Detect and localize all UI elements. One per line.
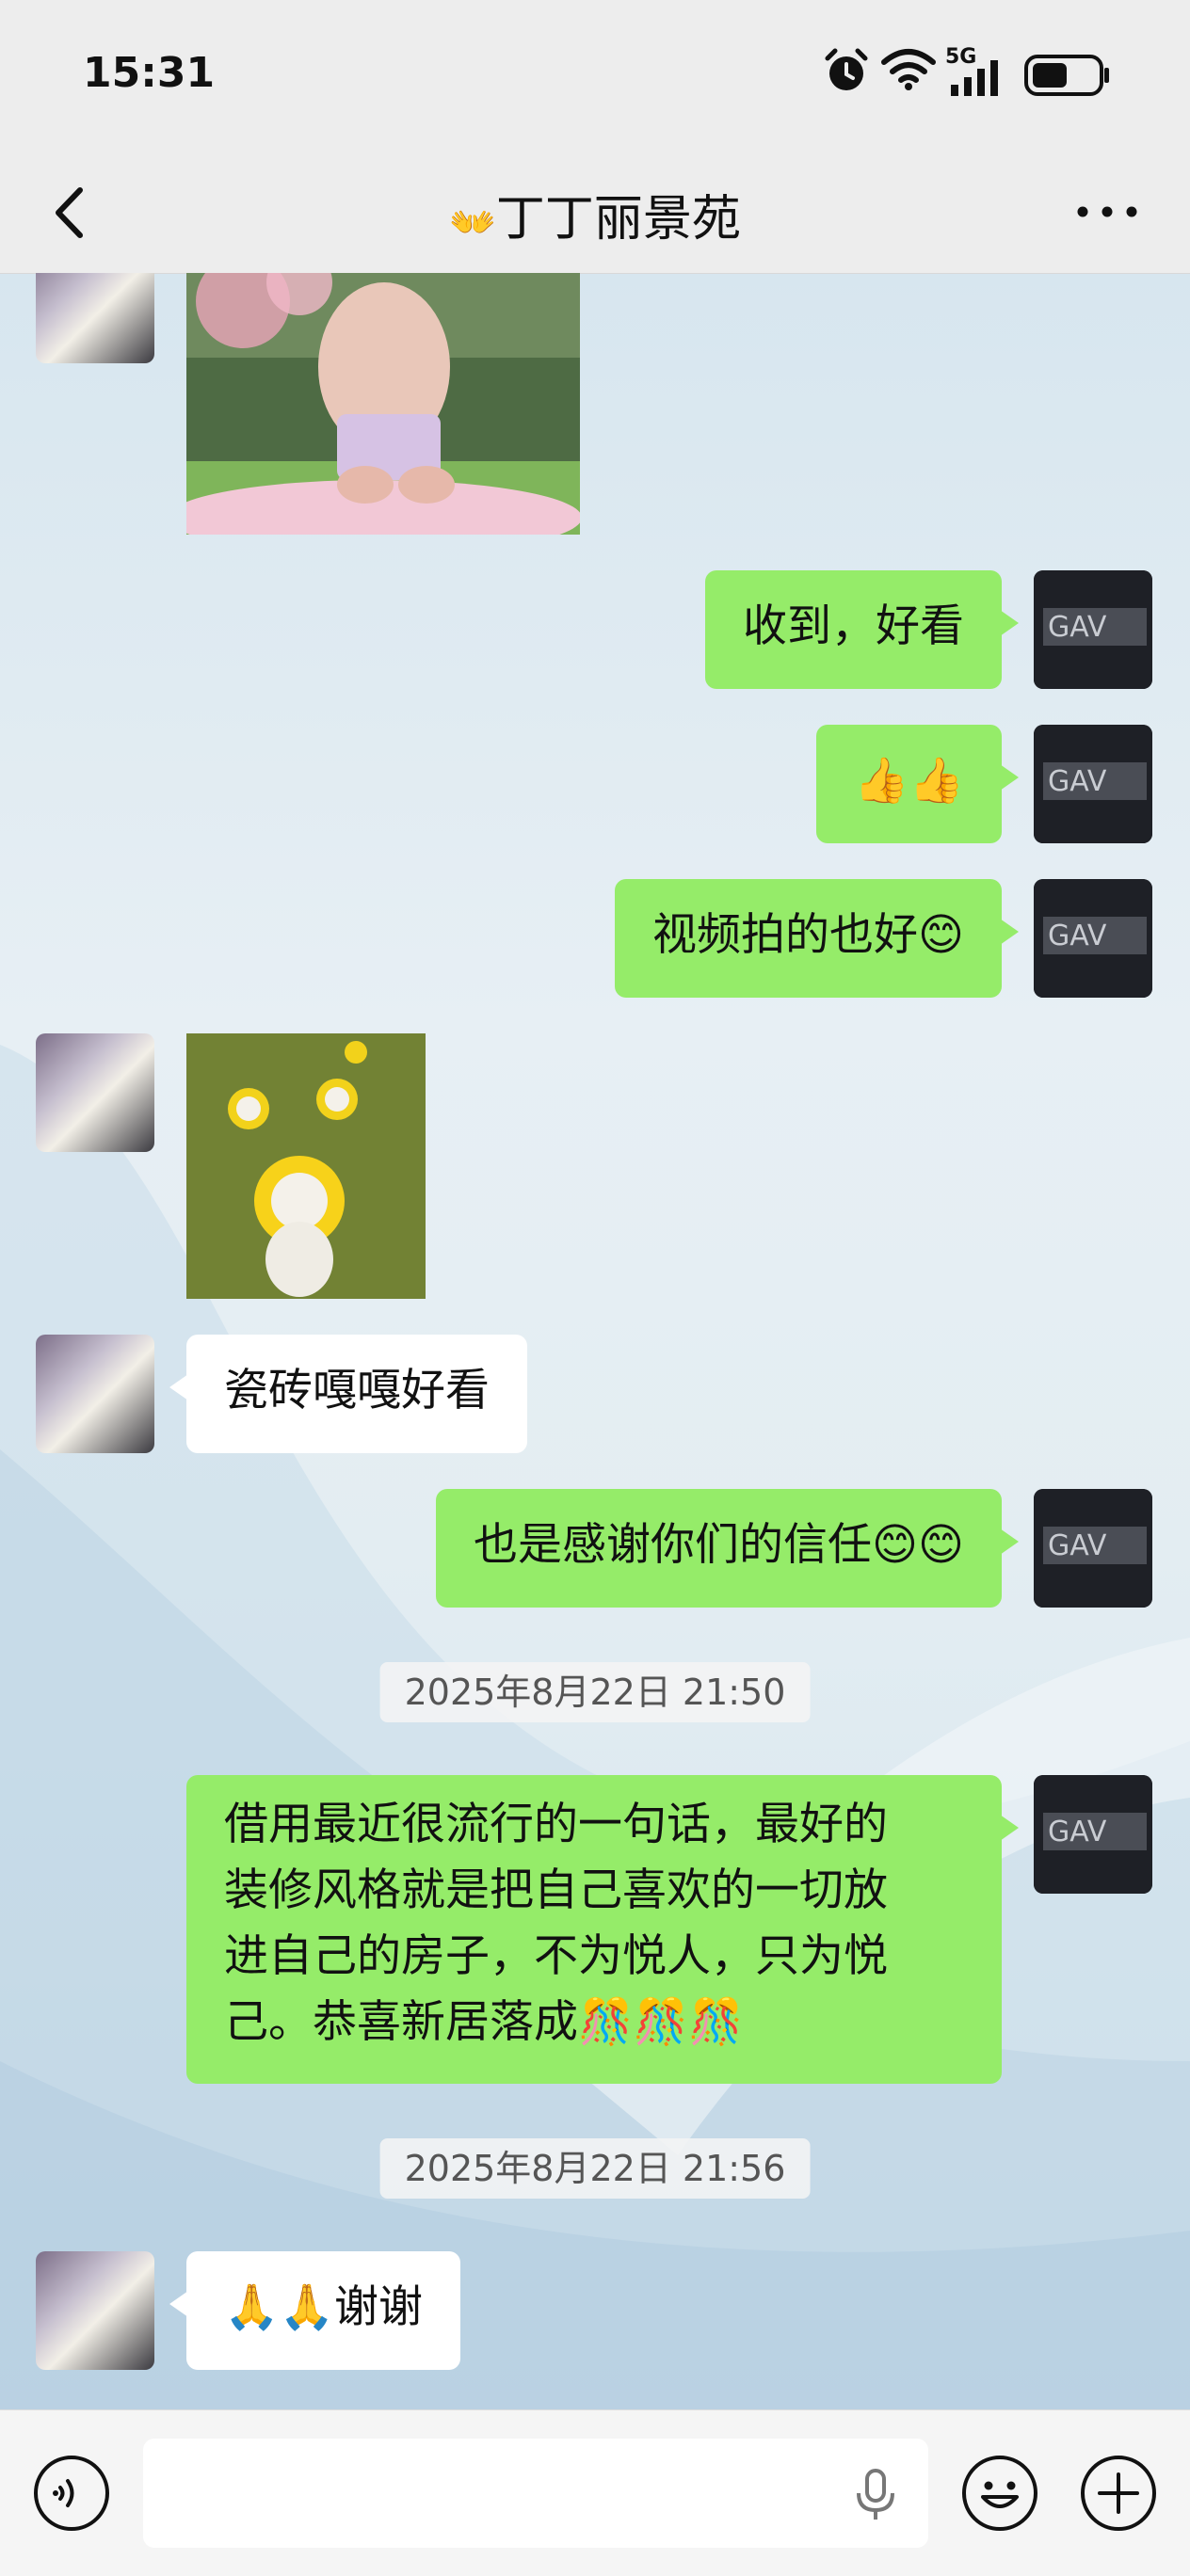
- message-input[interactable]: [143, 2439, 928, 2548]
- sunflower-dogs-image[interactable]: [186, 1033, 426, 1299]
- my-avatar[interactable]: GAV: [1034, 570, 1152, 689]
- svg-text:GAV: GAV: [1048, 611, 1107, 644]
- my-avatar[interactable]: GAV: [1034, 1775, 1152, 1894]
- more-dots-icon[interactable]: [1069, 188, 1145, 235]
- signal-icon: [951, 60, 998, 96]
- alarm-icon: [825, 48, 868, 90]
- svg-text:GAV: GAV: [1048, 765, 1107, 798]
- contact-avatar[interactable]: [36, 2251, 154, 2370]
- chat-title: 👐丁丁丽景苑: [0, 179, 1190, 249]
- message-line: 借用最近很流行的一句话，最好的: [224, 1799, 888, 1850]
- message-bubble[interactable]: 视频拍的也好😊: [615, 879, 1019, 998]
- message-bubble[interactable]: 👍👍: [815, 725, 1020, 843]
- battery-icon: [1024, 55, 1109, 96]
- message-bubble[interactable]: 收到，好看: [705, 570, 1019, 689]
- title-emoji: 👐: [449, 201, 496, 245]
- cartoon-bear-image[interactable]: [186, 273, 580, 535]
- message-bubble[interactable]: 🙏🙏谢谢: [169, 2251, 461, 2370]
- status-time: 15:31: [83, 49, 216, 97]
- svg-text:GAV: GAV: [1048, 1529, 1107, 1562]
- chat-background: [0, 273, 1190, 2409]
- title-text: 丁丁丽景苑: [495, 191, 741, 248]
- microphone-icon[interactable]: [849, 2467, 902, 2523]
- my-avatar[interactable]: GAV: [1034, 1489, 1152, 1608]
- message-line: 装修风格就是把自己喜欢的一切放: [224, 1864, 888, 1916]
- my-avatar[interactable]: GAV: [1034, 725, 1152, 843]
- message-bubble[interactable]: 也是感谢你们的信任😊😊: [436, 1489, 1019, 1608]
- plus-icon[interactable]: [1079, 2454, 1158, 2533]
- message-line: 进自己的房子，不为悦人，只为悦: [224, 1930, 888, 1982]
- my-avatar[interactable]: GAV: [1034, 879, 1152, 998]
- message-bubble-long[interactable]: 借用最近很流行的一句话，最好的 装修风格就是把自己喜欢的一切放 进自己的房子，不…: [186, 1775, 1019, 2084]
- wifi-icon: [881, 49, 936, 90]
- timestamp: 2025年8月22日 21:56: [379, 2138, 811, 2199]
- message-bubble[interactable]: 瓷砖嘎嘎好看: [169, 1335, 527, 1453]
- chat-header: 👐丁丁丽景苑: [0, 151, 1190, 274]
- svg-text:GAV: GAV: [1048, 1816, 1107, 1848]
- message-line: 己。恭喜新居落成🎊🎊🎊: [224, 1996, 744, 2048]
- contact-avatar[interactable]: [36, 1335, 154, 1453]
- svg-text:GAV: GAV: [1048, 920, 1107, 952]
- timestamp: 2025年8月22日 21:50: [379, 1662, 811, 1722]
- input-bar: [0, 2409, 1190, 2576]
- voice-toggle-icon[interactable]: [32, 2454, 111, 2533]
- contact-avatar[interactable]: [36, 1033, 154, 1152]
- status-bar: 15:31 5G: [0, 0, 1190, 151]
- emoji-icon[interactable]: [960, 2454, 1039, 2533]
